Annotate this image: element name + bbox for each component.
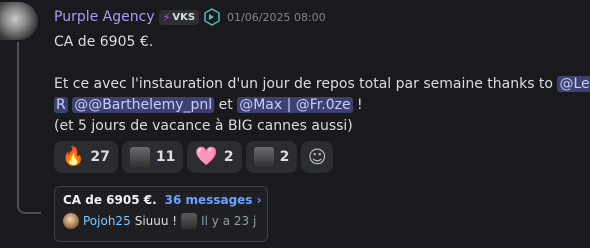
message-text: ! <box>352 97 363 113</box>
reaction-count: 2 <box>223 149 234 165</box>
message-line-3: R @@Barthelemy_pnl et @Max | @Fr.0ze ! <box>54 95 582 116</box>
thread-message-text: Siuuu ! <box>134 214 178 228</box>
thread-last-message: Pojoh25 Siuuu ! Il y a 23 j <box>63 213 259 229</box>
reactions-bar: 🔥 27 11 🩷 2 2 ☺ <box>54 141 334 173</box>
bolt-icon: ⚡ <box>162 10 171 24</box>
thread-title: CA de 6905 €. <box>63 193 157 207</box>
add-reaction-button[interactable]: ☺ <box>301 141 334 173</box>
heart-emoji-icon: 🩷 <box>195 146 218 167</box>
reaction-fire[interactable]: 🔥 27 <box>54 141 118 173</box>
thread-preview[interactable]: CA de 6905 €. 36 messages › Pojoh25 Siuu… <box>54 186 268 242</box>
message-line-2: Et ce avec l'instauration d'un jour de r… <box>54 74 590 95</box>
smiley-icon: ☺ <box>307 146 327 168</box>
custom-emoji-icon <box>181 213 198 229</box>
thread-header: CA de 6905 €. 36 messages › <box>63 193 262 207</box>
reaction-heart[interactable]: 🩷 2 <box>187 141 242 173</box>
reaction-count: 2 <box>279 149 290 165</box>
custom-emoji-icon <box>253 147 274 167</box>
fire-emoji-icon: 🔥 <box>62 146 85 167</box>
reaction-count: 11 <box>155 149 176 165</box>
reaction-count: 27 <box>90 149 110 165</box>
message-line-1: CA de 6905 €. <box>54 34 154 50</box>
message-content: CA de 6905 €. Et ce avec l'instauration … <box>54 32 590 137</box>
thread-author-avatar <box>63 213 79 229</box>
message-header: Purple Agency ⚡ VKS 01/06/2025 08:00 <box>54 7 326 27</box>
message-line-4: (et 5 jours de vacance à BIG cannes auss… <box>54 118 353 134</box>
reaction-custom-1[interactable]: 11 <box>121 141 184 173</box>
nitro-badge-icon[interactable] <box>203 8 221 26</box>
author-avatar[interactable] <box>0 2 38 40</box>
author-name[interactable]: Purple Agency <box>54 9 155 25</box>
user-mention[interactable]: R <box>54 97 68 113</box>
thread-timestamp: Il y a 23 j <box>201 214 257 228</box>
user-mention[interactable]: @Max | @Fr.0ze <box>237 97 353 113</box>
user-mention[interactable]: @Le <box>557 76 590 92</box>
thread-connector-line <box>17 42 41 214</box>
message-text: Et ce avec l'instauration d'un jour de r… <box>54 76 558 92</box>
server-tag[interactable]: ⚡ VKS <box>158 9 200 25</box>
reaction-custom-2[interactable]: 2 <box>245 141 298 173</box>
server-tag-label: VKS <box>172 11 196 23</box>
thread-messages-link[interactable]: 36 messages › <box>165 193 262 207</box>
user-mention[interactable]: @@Barthelemy_pnl <box>72 97 215 113</box>
message-text: et <box>214 97 238 113</box>
thread-author-name: Pojoh25 <box>83 214 131 228</box>
custom-emoji-icon <box>129 147 150 167</box>
message-timestamp: 01/06/2025 08:00 <box>227 10 326 24</box>
